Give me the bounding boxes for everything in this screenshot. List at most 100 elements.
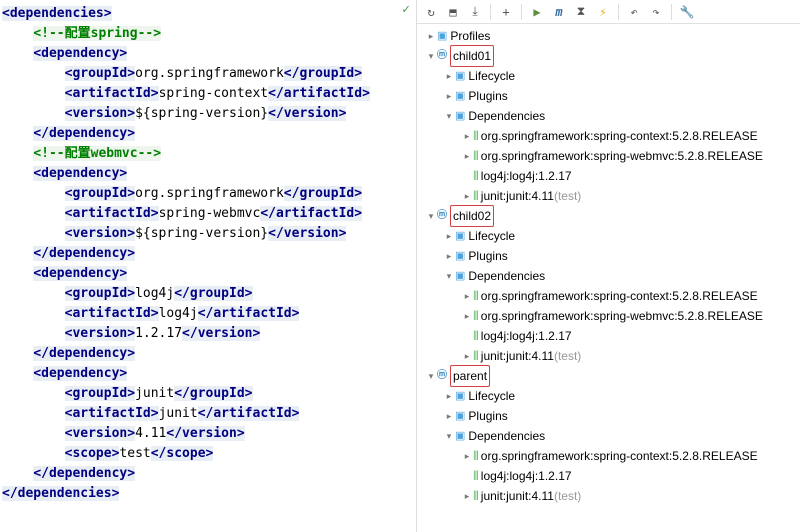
tree-row[interactable]: ▸▣Lifecycle [417, 66, 800, 86]
toggle-skip-button[interactable]: ⧗ [571, 2, 591, 22]
tree-row[interactable]: ▸▣Plugins [417, 86, 800, 106]
expand-button[interactable]: ↷ [646, 2, 666, 22]
code-line[interactable]: <dependency> [2, 264, 414, 284]
code-line[interactable]: </dependency> [2, 344, 414, 364]
code-line[interactable]: <groupId>log4j</groupId> [2, 284, 414, 304]
dependency-icon: ||| [473, 146, 478, 166]
tree-row[interactable]: ▾ⓜchild01 [417, 46, 800, 66]
code-line[interactable]: <version>${spring-version}</version> [2, 224, 414, 244]
tree-row[interactable]: ▾▣Dependencies [417, 426, 800, 446]
tree-row[interactable]: ▾▣Dependencies [417, 106, 800, 126]
tree-row[interactable]: ▸|||org.springframework:spring-webmvc:5.… [417, 306, 800, 326]
spacer-icon [461, 470, 473, 482]
separator-icon [490, 4, 491, 20]
chevron-right-icon[interactable]: ▸ [461, 150, 473, 162]
collapse-button[interactable]: ↶ [624, 2, 644, 22]
tree-row[interactable]: |||log4j:log4j:1.2.17 [417, 166, 800, 186]
tree-label: child01 [453, 49, 491, 63]
chevron-right-icon[interactable]: ▸ [425, 30, 437, 42]
maven-tree[interactable]: ▸▣Profiles▾ⓜchild01▸▣Lifecycle▸▣Plugins▾… [417, 24, 800, 532]
code-line[interactable]: <groupId>org.springframework</groupId> [2, 184, 414, 204]
code-line[interactable]: </dependency> [2, 244, 414, 264]
dependency-icon: ||| [473, 466, 478, 486]
tree-row[interactable]: ▸▣Lifecycle [417, 226, 800, 246]
chevron-right-icon[interactable]: ▸ [461, 190, 473, 202]
code-line[interactable]: <dependency> [2, 364, 414, 384]
code-line[interactable]: <version>${spring-version}</version> [2, 104, 414, 124]
tree-row[interactable]: ▸▣Profiles [417, 26, 800, 46]
tree-row[interactable]: ▸|||org.springframework:spring-context:5… [417, 446, 800, 466]
chevron-right-icon[interactable]: ▸ [461, 350, 473, 362]
settings-button[interactable]: 🔧 [677, 2, 697, 22]
chevron-right-icon[interactable]: ▸ [443, 230, 455, 242]
tree-row[interactable]: |||log4j:log4j:1.2.17 [417, 466, 800, 486]
chevron-down-icon[interactable]: ▾ [443, 270, 455, 282]
code-line[interactable]: </dependencies> [2, 484, 414, 504]
chevron-right-icon[interactable]: ▸ [461, 490, 473, 502]
tree-row[interactable]: |||log4j:log4j:1.2.17 [417, 326, 800, 346]
tree-row[interactable]: ▸|||junit:junit:4.11 (test) [417, 186, 800, 206]
code-line[interactable]: <groupId>junit</groupId> [2, 384, 414, 404]
tree-row[interactable]: ▸▣Plugins [417, 406, 800, 426]
chevron-right-icon[interactable]: ▸ [461, 310, 473, 322]
code-line[interactable]: <dependency> [2, 164, 414, 184]
download-button[interactable]: ⤓ [465, 2, 485, 22]
dependency-icon: ||| [473, 286, 478, 306]
chevron-right-icon[interactable]: ▸ [443, 90, 455, 102]
code-line[interactable]: </dependency> [2, 464, 414, 484]
generate-sources-button[interactable]: ⬒ [443, 2, 463, 22]
chevron-down-icon[interactable]: ▾ [425, 210, 437, 222]
folder-icon: ▣ [455, 106, 465, 126]
folder-icon: ▣ [455, 246, 465, 266]
chevron-down-icon[interactable]: ▾ [443, 110, 455, 122]
editor-pane[interactable]: ✓ <dependencies> <!--配置spring--> <depend… [0, 0, 416, 532]
chevron-right-icon[interactable]: ▸ [461, 130, 473, 142]
code-line[interactable]: <scope>test</scope> [2, 444, 414, 464]
chevron-right-icon[interactable]: ▸ [443, 390, 455, 402]
code-line[interactable]: <artifactId>junit</artifactId> [2, 404, 414, 424]
code-line[interactable]: <groupId>org.springframework</groupId> [2, 64, 414, 84]
code-line[interactable]: <artifactId>log4j</artifactId> [2, 304, 414, 324]
tree-row[interactable]: ▸|||org.springframework:spring-context:5… [417, 126, 800, 146]
tree-row[interactable]: ▸▣Lifecycle [417, 386, 800, 406]
chevron-down-icon[interactable]: ▾ [425, 50, 437, 62]
scope-label: (test) [554, 486, 581, 506]
tree-label: Plugins [468, 89, 507, 103]
tree-row[interactable]: ▸|||org.springframework:spring-context:5… [417, 286, 800, 306]
tree-row[interactable]: ▸|||junit:junit:4.11 (test) [417, 346, 800, 366]
chevron-right-icon[interactable]: ▸ [443, 70, 455, 82]
code-line[interactable]: </dependency> [2, 124, 414, 144]
tree-label: log4j:log4j:1.2.17 [481, 469, 572, 483]
code-line[interactable]: <dependencies> [2, 4, 414, 24]
chevron-down-icon[interactable]: ▾ [443, 430, 455, 442]
code-line[interactable]: <!--配置webmvc--> [2, 144, 414, 164]
scope-label: (test) [554, 346, 581, 366]
tree-row[interactable]: ▸|||org.springframework:spring-webmvc:5.… [417, 146, 800, 166]
chevron-down-icon[interactable]: ▾ [425, 370, 437, 382]
tree-row[interactable]: ▾ⓜparent [417, 366, 800, 386]
tree-row[interactable]: ▾ⓜchild02 [417, 206, 800, 226]
code-line[interactable]: <artifactId>spring-context</artifactId> [2, 84, 414, 104]
chevron-right-icon[interactable]: ▸ [443, 410, 455, 422]
execute-goal-button[interactable]: m [549, 2, 569, 22]
chevron-right-icon[interactable]: ▸ [443, 250, 455, 262]
tree-row[interactable]: ▸▣Plugins [417, 246, 800, 266]
tree-row[interactable]: ▾▣Dependencies [417, 266, 800, 286]
folder-icon: ▣ [455, 66, 465, 86]
code-line[interactable]: <!--配置spring--> [2, 24, 414, 44]
refresh-button[interactable]: ↻ [421, 2, 441, 22]
code-line[interactable]: <version>1.2.17</version> [2, 324, 414, 344]
tree-row[interactable]: ▸|||junit:junit:4.11 (test) [417, 486, 800, 506]
xml-code[interactable]: <dependencies> <!--配置spring--> <dependen… [2, 4, 414, 504]
dependency-icon: ||| [473, 166, 478, 186]
separator-icon [671, 4, 672, 20]
chevron-right-icon[interactable]: ▸ [461, 450, 473, 462]
add-button[interactable]: + [496, 2, 516, 22]
tree-label: Lifecycle [468, 229, 515, 243]
code-line[interactable]: <version>4.11</version> [2, 424, 414, 444]
code-line[interactable]: <artifactId>spring-webmvc</artifactId> [2, 204, 414, 224]
chevron-right-icon[interactable]: ▸ [461, 290, 473, 302]
offline-button[interactable]: ⚡ [593, 2, 613, 22]
run-button[interactable]: ▶ [527, 2, 547, 22]
code-line[interactable]: <dependency> [2, 44, 414, 64]
